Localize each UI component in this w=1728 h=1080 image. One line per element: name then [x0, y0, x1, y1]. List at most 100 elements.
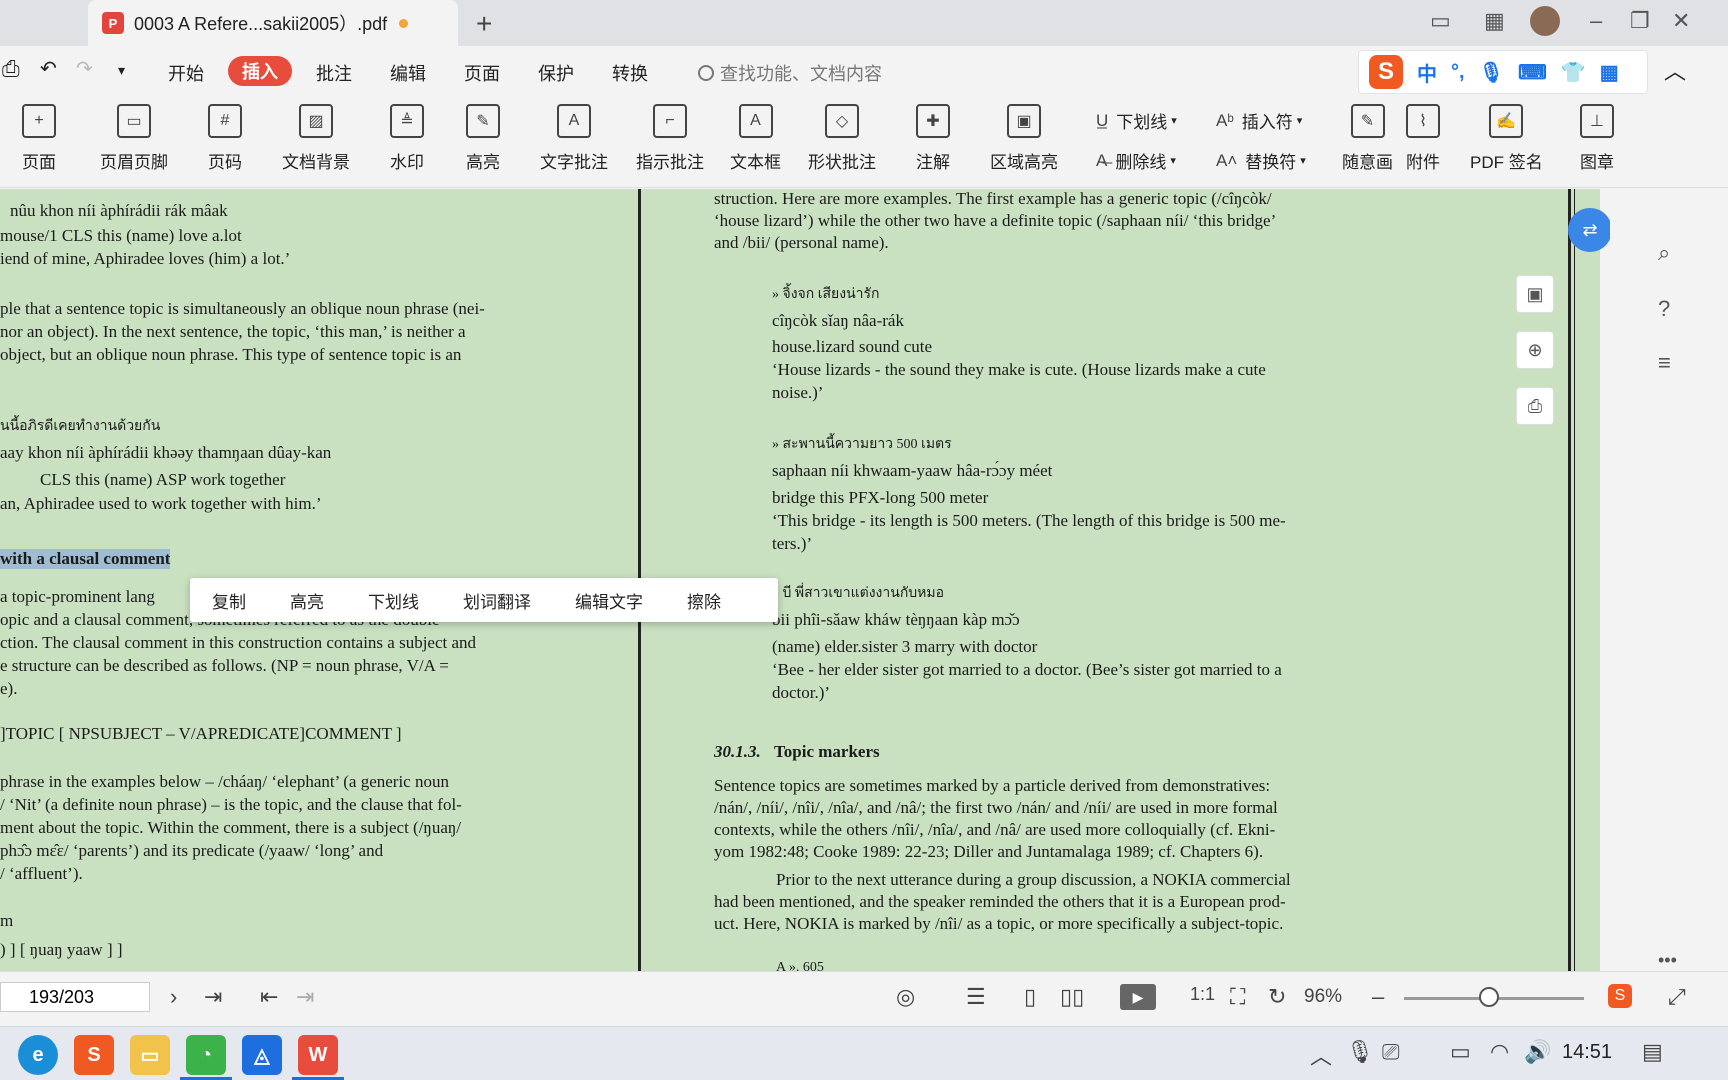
restore-icon[interactable]: ❐: [1630, 8, 1650, 34]
signature-icon: ✍: [1489, 104, 1524, 138]
help-icon[interactable]: ?: [1658, 296, 1670, 322]
new-tab-button[interactable]: +: [476, 8, 492, 40]
print-icon[interactable]: ⎙: [1516, 387, 1554, 425]
notification-icon[interactable]: ▤: [1642, 1039, 1663, 1065]
actual-size-icon[interactable]: 1:1: [1190, 984, 1215, 1005]
fullscreen-icon[interactable]: ⤢: [1668, 984, 1686, 1010]
menu-page[interactable]: 页面: [464, 60, 500, 86]
tool-page[interactable]: + 页面: [22, 104, 56, 173]
tool-freehand[interactable]: ✎ 随意画: [1342, 104, 1393, 173]
tool-pointer-annotation[interactable]: ⌐ 指示批注: [636, 104, 704, 173]
tool-underline[interactable]: U̲ 下划线 ▾: [1096, 108, 1177, 133]
find-icon[interactable]: ⌕: [1658, 240, 1670, 266]
tool-attachment[interactable]: ⌇ 附件: [1406, 104, 1440, 173]
menu-protect[interactable]: 保护: [538, 60, 574, 86]
tray-chevron-icon[interactable]: ︿: [1310, 1039, 1332, 1071]
ime-punct[interactable]: °,: [1451, 61, 1465, 84]
rotate-icon[interactable]: ↻: [1268, 984, 1286, 1010]
image-icon[interactable]: ▣: [1516, 275, 1554, 313]
chevron-down-icon[interactable]: ▾: [118, 62, 125, 79]
tool-highlight[interactable]: ✎ 高亮: [466, 104, 500, 173]
translate-button[interactable]: 划词翻译: [441, 588, 553, 613]
menu-annotate[interactable]: 批注: [316, 60, 352, 86]
tool-pdf-sign[interactable]: ✍ PDF 签名: [1470, 104, 1543, 173]
page-right: struction. Here are more examples. The f…: [642, 189, 1572, 971]
close-icon[interactable]: ✕: [1672, 8, 1690, 34]
text-line: uct. Here, NOKIA is marked by /nîi/ as a…: [714, 914, 1284, 933]
volume-icon[interactable]: 🔊: [1524, 1039, 1551, 1065]
tool-strikethrough[interactable]: A̶ 删除线 ▾: [1096, 148, 1176, 173]
last-page-icon[interactable]: ⇥: [204, 984, 222, 1010]
battery-icon[interactable]: ▭: [1450, 1039, 1471, 1065]
continuous-page-icon[interactable]: ▯: [1024, 984, 1036, 1010]
ime-mode[interactable]: 中: [1417, 58, 1437, 87]
more-icon[interactable]: •••: [1658, 950, 1677, 971]
tool-text-annotation[interactable]: A 文字批注: [540, 104, 608, 173]
skin-icon[interactable]: 👕: [1561, 60, 1586, 85]
play-icon[interactable]: ▶: [1120, 984, 1156, 1010]
settings-sliders-icon[interactable]: ≡: [1658, 350, 1671, 376]
menu-edit[interactable]: 编辑: [390, 60, 426, 86]
zoom-out-icon[interactable]: –: [1372, 984, 1384, 1010]
back-icon[interactable]: ⇤: [260, 984, 278, 1010]
zoom-slider-handle[interactable]: [1478, 987, 1499, 1007]
photos-app-icon[interactable]: ◬: [242, 1035, 282, 1075]
system-clock[interactable]: 14:51: [1562, 1041, 1612, 1064]
tool-highlight-label: 高亮: [466, 153, 500, 172]
eye-protect-icon[interactable]: ◎: [896, 984, 915, 1010]
tool-shape-annotation[interactable]: ◇ 形状批注: [808, 104, 876, 173]
single-page-icon[interactable]: ☰: [966, 984, 986, 1010]
next-page-icon[interactable]: ›: [170, 984, 177, 1010]
tool-page-label: 页面: [22, 153, 56, 172]
tool-header-footer[interactable]: ▭ 页眉页脚: [100, 104, 168, 173]
tray-app-icon[interactable]: ⎚: [1382, 1039, 1400, 1065]
menu-start[interactable]: 开始: [168, 60, 204, 86]
tool-textbox[interactable]: A 文本框: [730, 104, 781, 173]
page-number-input[interactable]: 193/203: [0, 982, 150, 1012]
print-icon[interactable]: ⎙: [2, 56, 20, 82]
edit-text-button[interactable]: 编辑文字: [553, 588, 665, 613]
fit-page-icon[interactable]: ⛶: [1230, 984, 1245, 1010]
document-tab[interactable]: P 0003 A Refere...sakii2005）.pdf: [88, 0, 458, 46]
avatar[interactable]: [1530, 6, 1560, 36]
zoom-level[interactable]: 96%: [1304, 986, 1342, 1008]
minimize-icon[interactable]: –: [1590, 8, 1602, 34]
tool-replace-mark[interactable]: A˄ 替换符 ▾: [1216, 148, 1306, 173]
underline-button[interactable]: 下划线: [346, 588, 441, 613]
wifi-icon[interactable]: ◠: [1490, 1039, 1509, 1065]
keyboard-icon[interactable]: ⌨: [1518, 60, 1547, 85]
tool-insert-mark[interactable]: Aᵇ 插入符 ▾: [1216, 108, 1302, 133]
microphone-icon[interactable]: 🎙: [1479, 60, 1504, 85]
file-explorer-icon[interactable]: ▭: [130, 1035, 170, 1075]
tool-watermark[interactable]: ≜ 水印: [390, 104, 424, 173]
copy-button[interactable]: 复制: [190, 588, 268, 613]
sogou-icon[interactable]: S: [1608, 984, 1632, 1008]
erase-button[interactable]: 擦除: [665, 588, 743, 613]
sogou-logo-icon[interactable]: S: [1369, 55, 1403, 89]
wechat-icon[interactable]: ◔: [186, 1035, 226, 1075]
text-line: yom 1982:48; Cooke 1989: 22-23; Diller a…: [714, 842, 1264, 861]
two-page-icon[interactable]: ▯▯: [1060, 984, 1084, 1010]
menu-convert[interactable]: 转换: [612, 60, 648, 86]
edge-browser-icon[interactable]: e: [18, 1035, 58, 1075]
grid-view-icon[interactable]: ▦: [1484, 8, 1505, 34]
tool-stamp[interactable]: ⊥ 图章: [1580, 104, 1614, 173]
collapse-ribbon-icon[interactable]: ︿: [1664, 54, 1686, 86]
redo-icon[interactable]: ↷: [76, 56, 93, 81]
reading-mode-icon[interactable]: ▭: [1430, 8, 1451, 34]
tool-page-number[interactable]: # 页码: [208, 104, 242, 173]
tool-area-highlight[interactable]: ▣ 区域高亮: [990, 104, 1058, 173]
translate-float-icon[interactable]: ⇄: [1568, 208, 1612, 252]
wps-icon[interactable]: W: [298, 1035, 338, 1075]
undo-icon[interactable]: ↶: [40, 56, 57, 81]
search-input[interactable]: 查找功能、文档内容: [698, 60, 882, 86]
microphone-icon[interactable]: 🎙: [1346, 1039, 1374, 1065]
forward-icon[interactable]: ⇥: [296, 984, 314, 1010]
tool-note[interactable]: ✚ 注解: [916, 104, 950, 173]
tool-background[interactable]: ▨ 文档背景: [282, 104, 350, 173]
highlight-button[interactable]: 高亮: [268, 588, 346, 613]
zoom-in-icon[interactable]: ⊕: [1516, 331, 1554, 369]
sogou-app-icon[interactable]: S: [74, 1035, 114, 1075]
apps-icon[interactable]: ▦: [1600, 60, 1619, 85]
menu-insert[interactable]: 插入: [228, 56, 292, 86]
